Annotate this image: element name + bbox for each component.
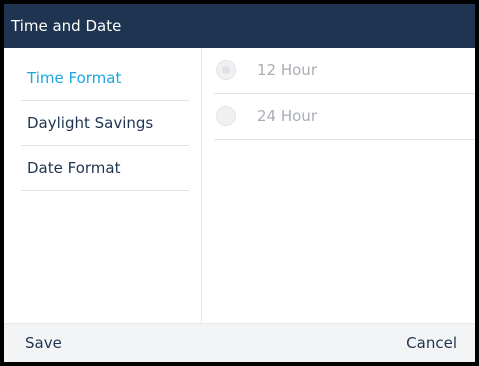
radio-button-icon[interactable] <box>216 106 236 126</box>
time-and-date-screen: Time and Date Time Format Daylight Savin… <box>4 4 475 362</box>
time-format-options: 12 Hour 24 Hour <box>202 48 475 323</box>
title-bar: Time and Date <box>4 4 475 48</box>
page-title: Time and Date <box>11 17 122 35</box>
option-24-hour[interactable]: 24 Hour <box>214 94 475 140</box>
save-button[interactable]: Save <box>25 324 62 362</box>
cancel-button[interactable]: Cancel <box>406 324 457 362</box>
radio-selected-dot <box>222 66 230 74</box>
sidebar-item-daylight-savings[interactable]: Daylight Savings <box>21 101 189 146</box>
option-label: 12 Hour <box>257 61 317 79</box>
option-12-hour[interactable]: 12 Hour <box>214 48 475 94</box>
sidebar-item-date-format[interactable]: Date Format <box>21 146 189 191</box>
radio-button-icon[interactable] <box>216 60 236 80</box>
sidebar: Time Format Daylight Savings Date Format <box>4 48 202 323</box>
sidebar-item-label: Time Format <box>27 69 122 87</box>
sidebar-item-label: Date Format <box>27 159 121 177</box>
sidebar-item-time-format[interactable]: Time Format <box>21 56 189 101</box>
softkey-bar: Save Cancel <box>4 323 475 362</box>
sidebar-item-label: Daylight Savings <box>27 114 154 132</box>
option-label: 24 Hour <box>257 107 317 125</box>
